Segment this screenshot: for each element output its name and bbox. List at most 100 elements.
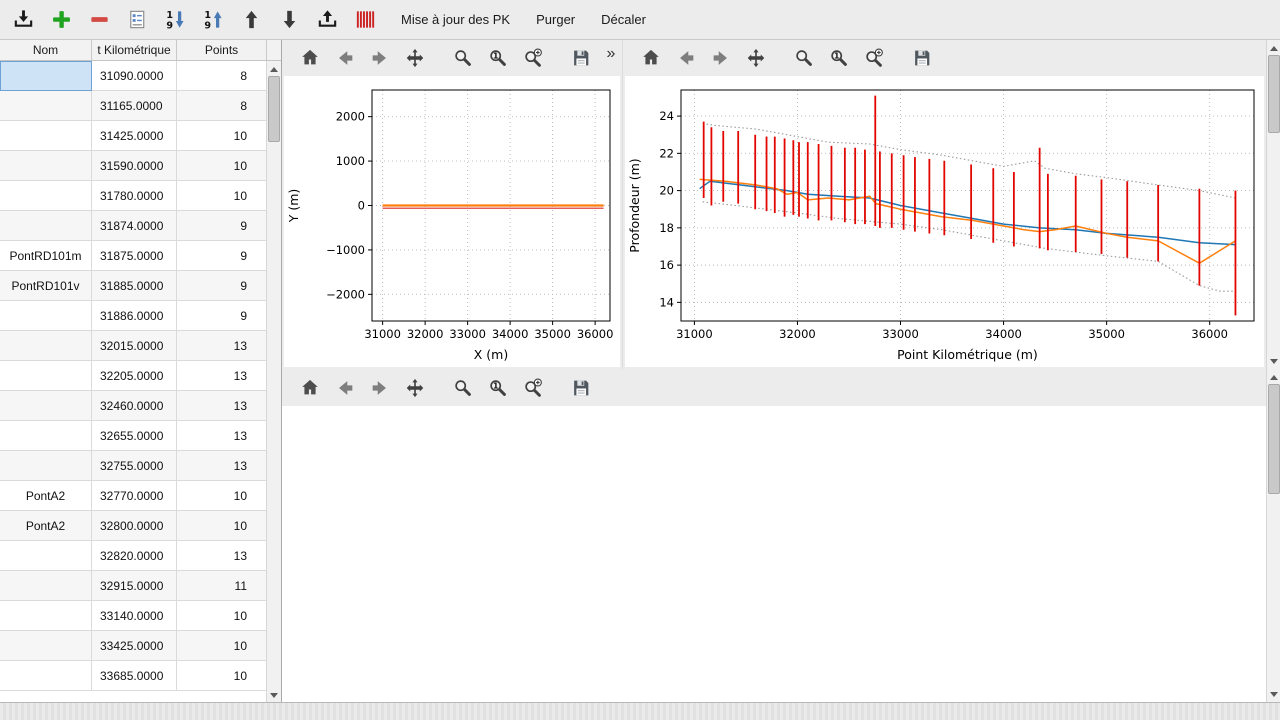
cell-pk[interactable]: 32655.0000 xyxy=(92,421,177,451)
save-button[interactable] xyxy=(569,375,593,401)
cell-nom[interactable] xyxy=(0,121,92,151)
cell-nom[interactable]: PontRD101m xyxy=(0,241,92,271)
cell-points[interactable]: 10 xyxy=(177,601,267,631)
cell-pk[interactable]: 31165.0000 xyxy=(92,91,177,121)
cell-pk[interactable]: 33140.0000 xyxy=(92,601,177,631)
sort-descending-button[interactable]: 1 9 xyxy=(162,6,188,34)
pan-button[interactable] xyxy=(403,45,427,71)
cell-pk[interactable]: 31590.0000 xyxy=(92,151,177,181)
cell-nom[interactable] xyxy=(0,301,92,331)
export-button[interactable] xyxy=(314,6,340,34)
cell-pk[interactable]: 31874.0000 xyxy=(92,211,177,241)
profile-plot-canvas[interactable]: 3100032000330003400035000360001416182022… xyxy=(625,76,1264,367)
cell-nom[interactable] xyxy=(0,391,92,421)
plots-scrollbar[interactable] xyxy=(1266,40,1280,369)
cell-points[interactable]: 8 xyxy=(177,91,267,121)
cell-pk[interactable]: 31875.0000 xyxy=(92,241,177,271)
pk-lines-button[interactable] xyxy=(352,6,378,34)
cell-nom[interactable] xyxy=(0,421,92,451)
cell-nom[interactable] xyxy=(0,61,92,91)
update-pk-button[interactable]: Mise à jour des PK xyxy=(394,7,517,32)
cell-pk[interactable]: 32015.0000 xyxy=(92,331,177,361)
forward-button[interactable] xyxy=(368,375,392,401)
cell-pk[interactable]: 32820.0000 xyxy=(92,541,177,571)
cell-nom[interactable] xyxy=(0,631,92,661)
import-button[interactable] xyxy=(10,6,36,34)
edit-button[interactable] xyxy=(124,6,150,34)
back-button[interactable] xyxy=(674,45,698,71)
cell-nom[interactable] xyxy=(0,211,92,241)
cell-pk[interactable]: 31780.0000 xyxy=(92,181,177,211)
remove-row-button[interactable] xyxy=(86,6,112,34)
cell-pk[interactable]: 32800.0000 xyxy=(92,511,177,541)
cell-pk[interactable]: 31886.0000 xyxy=(92,301,177,331)
back-button[interactable] xyxy=(333,45,357,71)
cell-points[interactable]: 10 xyxy=(177,121,267,151)
scroll-down-arrow[interactable] xyxy=(1267,687,1280,701)
cell-nom[interactable] xyxy=(0,571,92,601)
forward-button[interactable] xyxy=(368,45,392,71)
cell-points[interactable]: 13 xyxy=(177,421,267,451)
scroll-down-arrow[interactable] xyxy=(1267,354,1280,368)
scroll-down-arrow[interactable] xyxy=(267,688,281,702)
cell-pk[interactable]: 32460.0000 xyxy=(92,391,177,421)
save-button[interactable] xyxy=(910,45,934,71)
cell-points[interactable]: 9 xyxy=(177,271,267,301)
bottom-plot-canvas[interactable] xyxy=(282,406,1266,702)
scrollbar-thumb[interactable] xyxy=(1268,55,1280,133)
cell-points[interactable]: 13 xyxy=(177,361,267,391)
cell-points[interactable]: 13 xyxy=(177,451,267,481)
cell-points[interactable]: 9 xyxy=(177,211,267,241)
table-scrollbar[interactable] xyxy=(266,61,281,703)
purge-button[interactable]: Purger xyxy=(529,7,582,32)
xy-plot-canvas[interactable]: 310003200033000340003500036000−2000−1000… xyxy=(284,76,620,367)
pan-button[interactable] xyxy=(744,45,768,71)
cell-points[interactable]: 10 xyxy=(177,181,267,211)
move-up-button[interactable] xyxy=(238,6,264,34)
scrollbar-thumb[interactable] xyxy=(1268,384,1280,494)
cell-nom[interactable]: PontA2 xyxy=(0,481,92,511)
cell-pk[interactable]: 32755.0000 xyxy=(92,451,177,481)
cell-nom[interactable] xyxy=(0,91,92,121)
zoom-one-button[interactable]: 1 xyxy=(486,45,510,71)
back-button[interactable] xyxy=(333,375,357,401)
cell-nom[interactable] xyxy=(0,361,92,391)
cell-nom[interactable] xyxy=(0,151,92,181)
move-down-button[interactable] xyxy=(276,6,302,34)
scroll-up-arrow[interactable] xyxy=(267,62,281,76)
toolbar-extension-button[interactable]: » xyxy=(603,45,619,63)
shift-button[interactable]: Décaler xyxy=(594,7,653,32)
cell-points[interactable]: 10 xyxy=(177,661,267,691)
cell-nom[interactable] xyxy=(0,181,92,211)
zoom-button[interactable] xyxy=(792,45,816,71)
cell-pk[interactable]: 32205.0000 xyxy=(92,361,177,391)
forward-button[interactable] xyxy=(709,45,733,71)
cell-nom[interactable] xyxy=(0,601,92,631)
cell-nom[interactable]: PontA2 xyxy=(0,511,92,541)
home-button[interactable] xyxy=(298,45,322,71)
cell-pk[interactable]: 33685.0000 xyxy=(92,661,177,691)
zoom-button[interactable] xyxy=(451,375,475,401)
save-button[interactable] xyxy=(569,45,593,71)
column-header-nom[interactable]: Nom xyxy=(0,40,92,60)
cell-points[interactable]: 8 xyxy=(177,61,267,91)
scroll-up-arrow[interactable] xyxy=(1267,41,1280,55)
cell-points[interactable]: 13 xyxy=(177,391,267,421)
add-row-button[interactable] xyxy=(48,6,74,34)
cell-pk[interactable]: 31885.0000 xyxy=(92,271,177,301)
home-button[interactable] xyxy=(298,375,322,401)
cell-points[interactable]: 10 xyxy=(177,511,267,541)
cell-pk[interactable]: 31425.0000 xyxy=(92,121,177,151)
cell-pk[interactable]: 31090.0000 xyxy=(92,61,177,91)
cell-points[interactable]: 11 xyxy=(177,571,267,601)
zoom-select-button[interactable] xyxy=(862,45,886,71)
scrollbar-thumb[interactable] xyxy=(268,76,280,142)
zoom-select-button[interactable] xyxy=(521,375,545,401)
cell-points[interactable]: 13 xyxy=(177,331,267,361)
cell-points[interactable]: 10 xyxy=(177,151,267,181)
zoom-button[interactable] xyxy=(451,45,475,71)
scroll-up-arrow[interactable] xyxy=(1267,370,1280,384)
zoom-one-button[interactable]: 1 xyxy=(486,375,510,401)
cell-points[interactable]: 10 xyxy=(177,481,267,511)
cell-nom[interactable] xyxy=(0,661,92,691)
